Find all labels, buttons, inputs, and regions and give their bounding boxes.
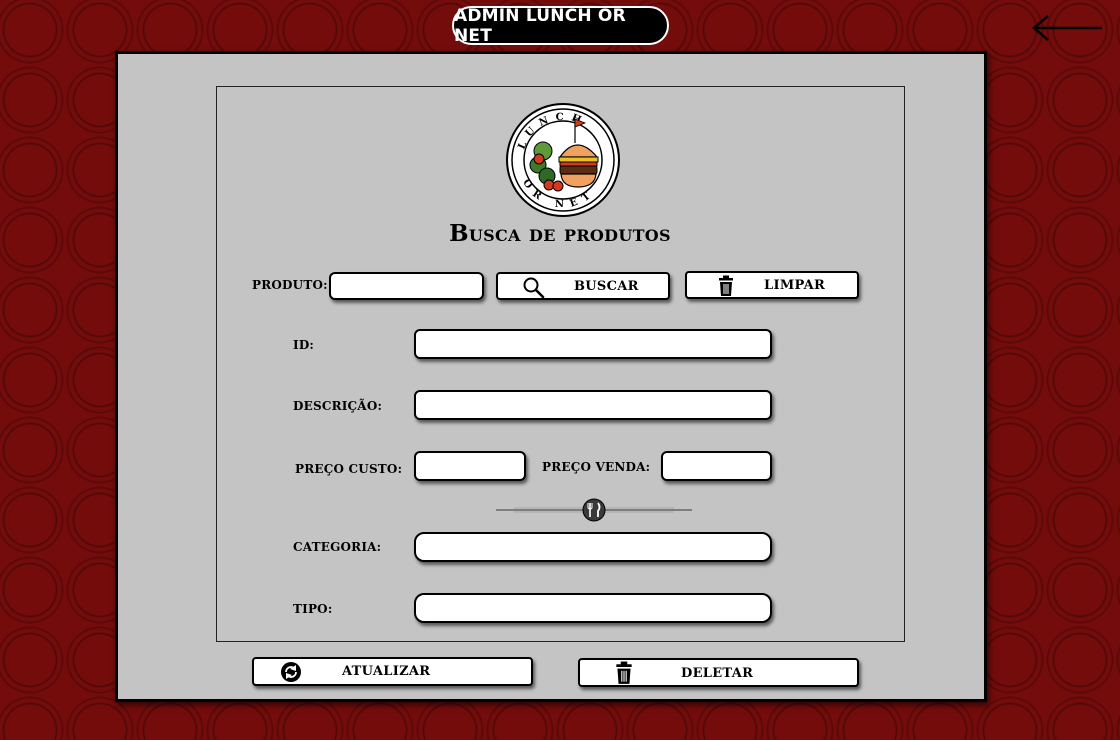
preco-venda-field[interactable] (661, 451, 772, 481)
produto-label: PRODUTO: (252, 278, 328, 292)
deletar-button-label: DELETAR (681, 666, 754, 681)
back-arrow-icon[interactable] (1030, 14, 1104, 42)
trash-icon (616, 661, 632, 684)
page-title: Busca de produtos (449, 220, 671, 247)
descricao-field[interactable] (414, 390, 772, 420)
buscar-button[interactable]: BUSCAR (496, 272, 670, 300)
trash-icon (719, 275, 733, 296)
limpar-button-label: LIMPAR (764, 278, 826, 293)
atualizar-button-label: ATUALIZAR (342, 664, 431, 679)
descricao-label: DESCRIÇÃO: (293, 399, 383, 413)
preco-custo-label: PREÇO CUSTO: (295, 462, 403, 476)
deletar-button[interactable]: DELETAR (578, 658, 859, 687)
tipo-field[interactable] (414, 593, 772, 623)
id-label: ID: (293, 338, 315, 352)
atualizar-button[interactable]: ATUALIZAR (252, 657, 533, 686)
search-icon (523, 277, 545, 298)
preco-venda-label: PREÇO VENDA: (542, 460, 651, 474)
fork-knife-icon (582, 498, 606, 522)
categoria-field[interactable] (414, 532, 772, 562)
lunch-or-net-logo: LUNCH OR NET (506, 103, 620, 217)
preco-custo-field[interactable] (414, 451, 526, 481)
limpar-button[interactable]: LIMPAR (685, 271, 859, 299)
produto-search-input[interactable] (329, 272, 484, 300)
tipo-label: TIPO: (293, 602, 333, 616)
id-field[interactable] (414, 329, 772, 359)
categoria-label: CATEGORIA: (293, 540, 382, 554)
section-divider (496, 498, 692, 522)
refresh-icon (281, 662, 301, 682)
app-title: ADMIN LUNCH OR NET (452, 6, 669, 46)
buscar-button-label: BUSCAR (574, 279, 639, 294)
